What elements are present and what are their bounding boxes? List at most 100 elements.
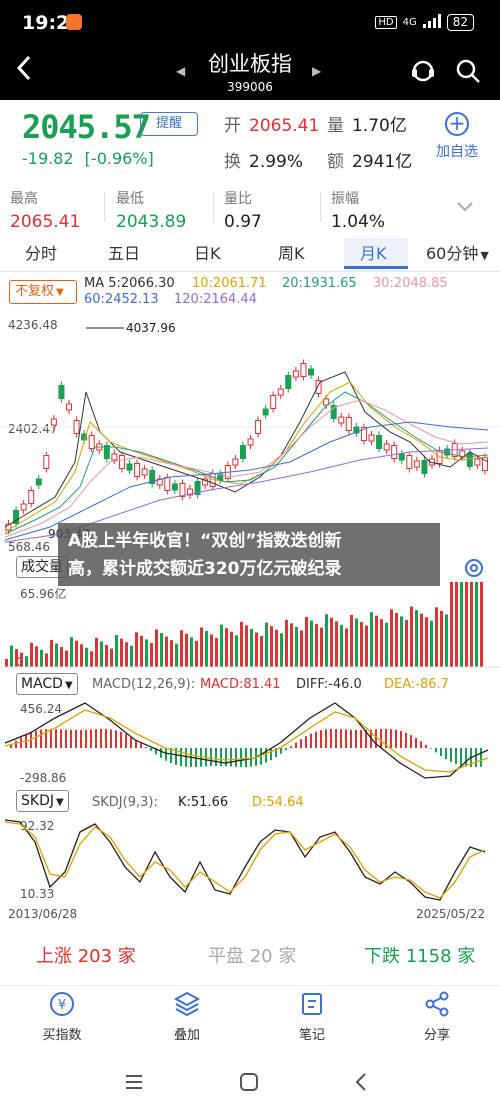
candle bbox=[118, 455, 125, 469]
volume-bar bbox=[130, 645, 133, 667]
macd-bar bbox=[100, 728, 102, 748]
volume-bar bbox=[200, 627, 203, 667]
tab-monthly-k[interactable]: 月K bbox=[360, 240, 387, 264]
macd-bar bbox=[475, 748, 477, 768]
macd-bar bbox=[75, 729, 77, 748]
volume-bar bbox=[320, 627, 323, 667]
status-icons: HD 4G 82 bbox=[375, 14, 474, 31]
volume-bar bbox=[185, 633, 188, 667]
candle bbox=[171, 483, 178, 491]
volume-bar bbox=[375, 615, 378, 667]
macd-params: MACD(12,26,9): bbox=[92, 677, 196, 692]
amount-field: 额 2941亿 bbox=[327, 147, 412, 172]
volume-bar bbox=[175, 643, 178, 667]
fuquan-label: 不复权 bbox=[15, 284, 55, 299]
macd-bar bbox=[295, 742, 297, 748]
volume-bar bbox=[35, 646, 38, 667]
volume-bar bbox=[475, 582, 478, 667]
diff-value: DIFF:-46.0 bbox=[296, 677, 362, 692]
candle bbox=[134, 463, 141, 477]
tab-weekly-k[interactable]: 周K bbox=[278, 240, 305, 264]
volume-bar bbox=[285, 619, 288, 667]
macd-bar bbox=[90, 729, 92, 748]
volume-bar bbox=[480, 582, 483, 667]
remind-button[interactable]: 提醒 bbox=[140, 112, 198, 136]
candle bbox=[255, 420, 262, 434]
volume-bar bbox=[455, 582, 458, 667]
share-button[interactable]: 分享 bbox=[397, 990, 477, 1043]
volume-bar bbox=[5, 659, 8, 667]
tab-five-day[interactable]: 五日 bbox=[108, 240, 140, 264]
volume-bar bbox=[70, 637, 73, 667]
home-icon[interactable] bbox=[239, 1072, 259, 1097]
skdj-d-line bbox=[4, 821, 486, 899]
macd-bar bbox=[265, 748, 267, 763]
signal-icon bbox=[422, 14, 441, 31]
volume-bar bbox=[220, 624, 223, 667]
volume-bar bbox=[380, 619, 383, 667]
volume-bar bbox=[120, 638, 123, 667]
macd-bar bbox=[425, 744, 427, 748]
notes-button[interactable]: 笔记 bbox=[272, 990, 352, 1043]
fuquan-dropdown[interactable]: 不复权 ▼ bbox=[9, 280, 77, 304]
macd-bar bbox=[85, 729, 87, 748]
macd-bars bbox=[10, 728, 482, 768]
macd-bar bbox=[110, 729, 112, 748]
candle bbox=[338, 416, 345, 424]
chevron-down-icon: ▼ bbox=[480, 249, 489, 262]
macd-bar bbox=[330, 728, 332, 748]
stat-value: 0.97 bbox=[224, 212, 262, 232]
volume-bar bbox=[205, 631, 208, 667]
macd-value: MACD:81.41 bbox=[200, 677, 281, 692]
recent-apps-icon[interactable] bbox=[124, 1072, 144, 1096]
macd-bar bbox=[140, 743, 142, 748]
ma120-legend: 120:2164.44 bbox=[174, 292, 257, 307]
amount-key: 额 bbox=[327, 152, 344, 172]
search-icon[interactable] bbox=[455, 58, 481, 84]
volume-bar bbox=[360, 622, 363, 667]
volume-bar bbox=[155, 629, 158, 667]
tab-60min[interactable]: 60分钟 ▼ bbox=[426, 240, 489, 264]
volume-bar bbox=[75, 640, 78, 667]
candle bbox=[66, 403, 72, 411]
macd-bar bbox=[355, 729, 357, 748]
add-watchlist-button[interactable]: + 加自选 bbox=[436, 112, 478, 161]
tab-intraday[interactable]: 分时 bbox=[25, 240, 57, 264]
macd-bar bbox=[310, 733, 312, 748]
macd-bar bbox=[105, 729, 107, 748]
skdj-indicator-dropdown[interactable]: SKDJ ▼ bbox=[16, 790, 69, 812]
start-date-label: 2013/06/28 bbox=[8, 907, 78, 921]
tab-daily-k[interactable]: 日K bbox=[194, 240, 221, 264]
kline-chart[interactable] bbox=[0, 312, 500, 552]
volume-bar bbox=[315, 624, 318, 667]
news-overlay-banner[interactable]: A股上半年收官！“双创”指数迭创新 高，累计成交额近320万亿元破纪录 bbox=[58, 523, 440, 586]
end-date-label: 2025/05/22 bbox=[416, 907, 486, 921]
macd-indicator-dropdown[interactable]: MACD ▼ bbox=[16, 673, 78, 695]
volume-bar bbox=[235, 635, 238, 667]
customer-service-icon[interactable] bbox=[410, 58, 436, 84]
stat-value: 1.04% bbox=[331, 212, 386, 232]
turnover-field: 换 2.99% bbox=[224, 147, 303, 172]
open-value: 2065.41 bbox=[249, 116, 320, 136]
volume-bar bbox=[100, 641, 103, 667]
candle bbox=[28, 490, 35, 504]
next-index-icon[interactable]: ▶ bbox=[312, 64, 321, 78]
volume-bar bbox=[230, 631, 233, 667]
candle bbox=[111, 453, 118, 461]
volume-bar bbox=[165, 636, 168, 667]
volume-bar bbox=[260, 636, 263, 667]
expand-chevron-icon[interactable] bbox=[456, 198, 474, 217]
volume-bar bbox=[105, 645, 108, 667]
macd-bar bbox=[145, 746, 147, 748]
volume-bar bbox=[465, 582, 468, 667]
candle bbox=[232, 458, 239, 466]
caret-icon: ▼ bbox=[64, 680, 73, 691]
buy-index-button[interactable]: ¥ 买指数 bbox=[22, 990, 102, 1043]
overlay-button[interactable]: 叠加 bbox=[147, 990, 227, 1043]
volume-bar bbox=[415, 610, 418, 667]
volume-bar bbox=[420, 613, 423, 667]
skdj-params: SKDJ(9,3): bbox=[92, 795, 158, 810]
system-back-icon[interactable] bbox=[354, 1072, 368, 1097]
macd-bar bbox=[120, 731, 122, 748]
volume-bar bbox=[405, 620, 408, 667]
